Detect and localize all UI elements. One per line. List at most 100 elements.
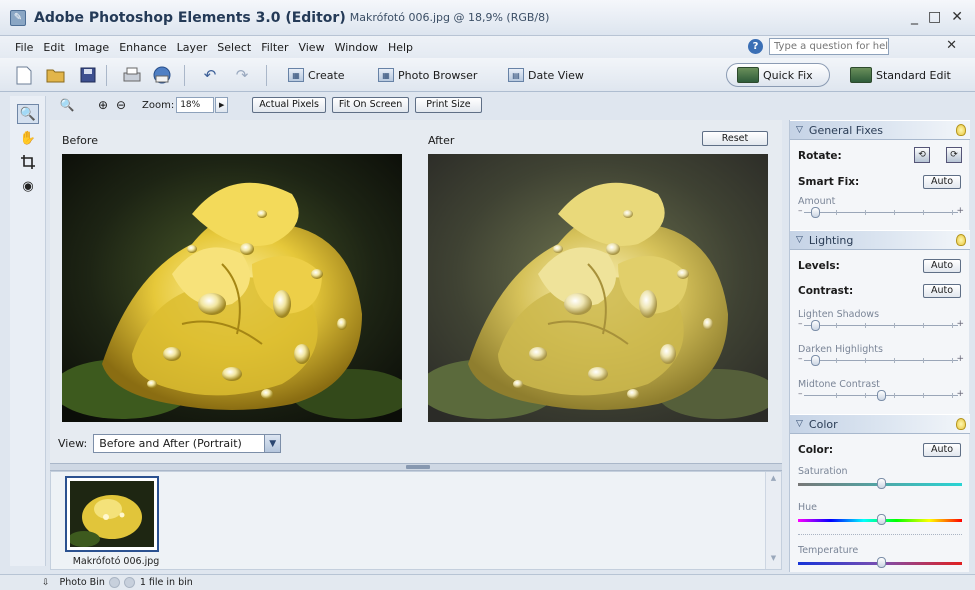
hue-label: Hue [798, 502, 818, 513]
menu-file[interactable]: File [10, 41, 38, 54]
reset-button[interactable]: Reset [702, 131, 768, 146]
red-eye-tool-icon[interactable]: ◉ [17, 176, 39, 196]
rotate-left-icon[interactable]: ⟲ [914, 147, 930, 163]
scroll-up-icon[interactable]: ▲ [766, 474, 781, 482]
temperature-slider[interactable] [798, 557, 964, 568]
minimize-button[interactable]: _ [911, 9, 918, 25]
photo-browser-button[interactable]: ▦ Photo Browser [378, 66, 477, 84]
zoom-input[interactable]: 18% [176, 97, 215, 113]
window-controls: _ □ ✕ [911, 9, 963, 25]
create-button[interactable]: ▦ Create [288, 66, 345, 84]
redo-icon[interactable]: ↷ [232, 65, 252, 85]
quick-fix-tab[interactable]: Quick Fix [726, 63, 830, 87]
close-document-button[interactable]: ✕ [946, 38, 957, 53]
tip-bulb-icon[interactable] [956, 418, 966, 430]
view-select-value: Before and After (Portrait) [99, 437, 242, 450]
menu-select[interactable]: Select [212, 41, 256, 54]
thumbnail-caption: Makrófotó 006.jpg [72, 556, 160, 567]
zoom-in-icon[interactable]: ⊕ [94, 96, 112, 114]
amount-slider[interactable]: – + [798, 206, 964, 218]
lighting-header[interactable]: ▽ Lighting [790, 230, 970, 250]
color-label: Color: [798, 444, 834, 456]
color-auto-button[interactable]: Auto [923, 443, 961, 457]
darken-highlights-label: Darken Highlights [798, 344, 883, 355]
hue-slider[interactable] [798, 514, 964, 525]
tip-bulb-icon[interactable] [956, 124, 966, 136]
quick-fix-palette: ▽ General Fixes Rotate: ⟲ ⟳ Smart Fix: A… [789, 120, 970, 572]
zoom-label: Zoom: [142, 99, 175, 111]
menu-edit[interactable]: Edit [38, 41, 69, 54]
zoom-icon: 🔍 [59, 98, 75, 112]
temperature-label: Temperature [798, 545, 859, 556]
contrast-auto-button[interactable]: Auto [923, 284, 961, 298]
quick-fix-label: Quick Fix [763, 68, 813, 82]
general-fixes-header[interactable]: ▽ General Fixes [790, 120, 970, 140]
email-icon[interactable] [152, 65, 172, 85]
previous-photo-icon[interactable] [108, 577, 120, 588]
lighten-shadows-slider[interactable]: – + [798, 319, 964, 331]
amount-label: Amount [798, 196, 836, 207]
photo-bin-splitter[interactable] [50, 463, 782, 471]
photo-bin-thumbnail[interactable] [65, 476, 159, 552]
actual-pixels-button[interactable]: Actual Pixels [252, 97, 326, 113]
photo-bin-scrollbar[interactable]: ▲ ▼ [765, 472, 781, 569]
lighten-shadows-label: Lighten Shadows [798, 309, 880, 320]
create-label: Create [308, 68, 345, 82]
standard-edit-tab[interactable]: Standard Edit [850, 65, 951, 85]
levels-label: Levels: [798, 260, 840, 272]
toolbox: 🔍 ✋ ◉ [10, 96, 46, 566]
photo-bin-label[interactable]: Photo Bin [60, 577, 105, 588]
date-view-button[interactable]: ▤ Date View [508, 66, 584, 84]
color-header[interactable]: ▽ Color [790, 414, 970, 434]
rotate-right-icon[interactable]: ⟳ [946, 147, 962, 163]
new-file-icon[interactable] [14, 65, 34, 85]
scroll-down-icon[interactable]: ▼ [766, 554, 781, 562]
print-size-button[interactable]: Print Size [415, 97, 482, 113]
tip-bulb-icon[interactable] [956, 234, 966, 246]
menu-image[interactable]: Image [70, 41, 114, 54]
document-title: Makrófotó 006.jpg @ 18,9% (RGB/8) [349, 11, 550, 24]
menu-window[interactable]: Window [330, 41, 383, 54]
before-image[interactable] [62, 154, 402, 422]
help-search-input[interactable] [769, 38, 889, 55]
photo-bin: Makrófotó 006.jpg ▲ ▼ [50, 471, 782, 570]
app-title: Adobe Photoshop Elements 3.0 (Editor) [34, 9, 346, 26]
undo-icon[interactable]: ↶ [200, 65, 220, 85]
crop-tool-icon[interactable] [17, 152, 39, 172]
photo-browser-icon: ▦ [378, 68, 394, 82]
view-select[interactable]: Before and After (Portrait) ▼ [93, 434, 282, 453]
open-folder-icon[interactable] [46, 65, 66, 85]
collapse-triangle-icon: ▽ [796, 125, 803, 135]
menu-filter[interactable]: Filter [256, 41, 293, 54]
zoom-out-icon[interactable]: ⊖ [112, 96, 130, 114]
calendar-icon: ▤ [508, 68, 524, 82]
next-photo-icon[interactable] [123, 577, 135, 588]
date-view-label: Date View [528, 68, 584, 82]
quick-fix-icon [737, 67, 759, 83]
menu-help[interactable]: Help [383, 41, 418, 54]
fit-on-screen-button[interactable]: Fit On Screen [331, 97, 410, 113]
splitter-grip-icon [406, 465, 430, 469]
zoom-stepper-icon[interactable]: ▶ [215, 97, 229, 113]
maximize-button[interactable]: □ [928, 9, 941, 25]
menu-enhance[interactable]: Enhance [114, 41, 171, 54]
darken-highlights-slider[interactable]: – + [798, 354, 964, 366]
menu-layer[interactable]: Layer [172, 41, 213, 54]
after-image[interactable] [428, 154, 768, 422]
lighting-title: Lighting [808, 233, 854, 247]
help-icon[interactable]: ? [748, 39, 763, 54]
standard-edit-icon [850, 67, 872, 83]
saturation-slider[interactable] [798, 478, 964, 489]
divider [798, 534, 962, 535]
chevron-down-icon: ▼ [264, 435, 281, 452]
smart-fix-auto-button[interactable]: Auto [923, 175, 961, 189]
bin-toggle-icon[interactable]: ⇩ [42, 578, 50, 588]
menu-view[interactable]: View [293, 41, 329, 54]
hand-tool-icon[interactable]: ✋ [17, 128, 39, 148]
midtone-contrast-slider[interactable]: – + [798, 389, 964, 401]
print-icon[interactable] [122, 65, 142, 85]
close-window-button[interactable]: ✕ [951, 9, 963, 25]
save-icon[interactable] [78, 65, 98, 85]
levels-auto-button[interactable]: Auto [923, 259, 961, 273]
zoom-tool-icon[interactable]: 🔍 [17, 104, 39, 124]
